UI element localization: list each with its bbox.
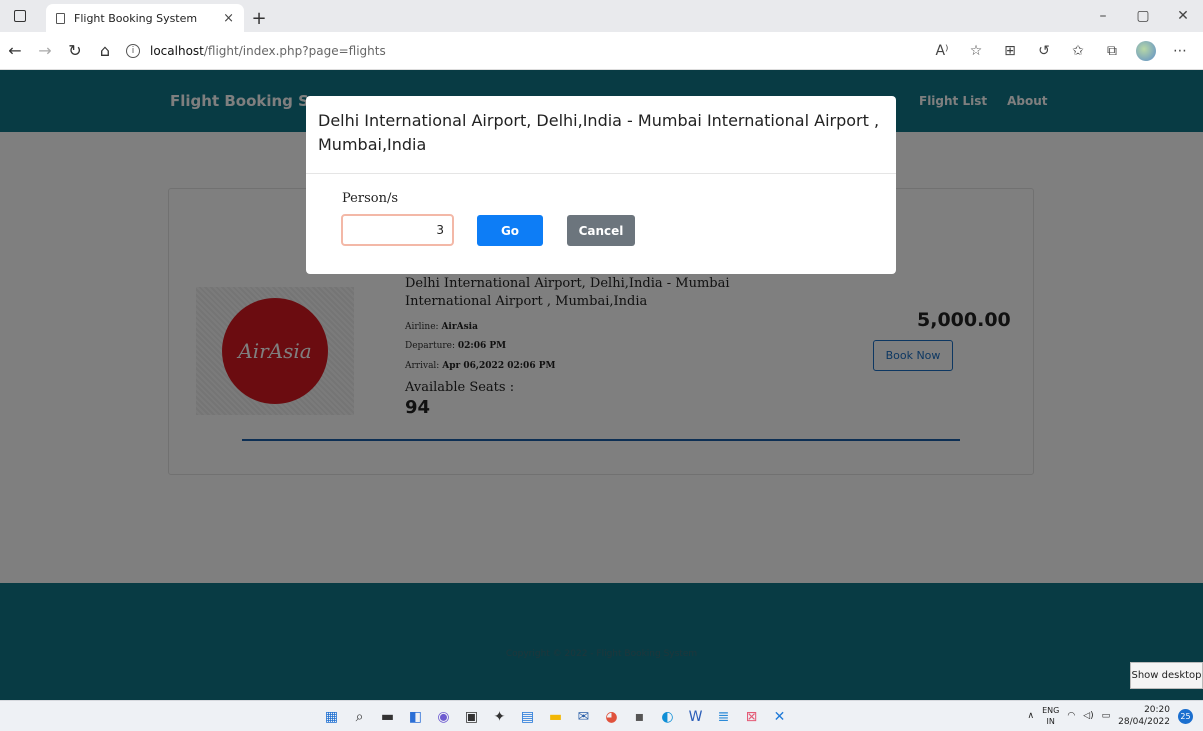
new-tab-button[interactable]: +	[244, 4, 274, 32]
tray-expand-icon[interactable]: ∧	[1027, 711, 1034, 721]
page-icon	[56, 12, 65, 24]
address-bar-row: ← → ↻ ⌂ i localhost/flight/index.php?pag…	[0, 32, 1203, 70]
favorites-icon[interactable]: ✩	[1061, 36, 1095, 66]
tab-actions-icon	[14, 10, 26, 22]
clock-time: 20:20	[1144, 705, 1170, 715]
search-icon[interactable]: ⌕	[349, 706, 370, 727]
minimize-button[interactable]: –	[1083, 0, 1123, 32]
profile-avatar[interactable]	[1136, 41, 1156, 61]
word-icon[interactable]: W	[685, 706, 706, 727]
read-aloud-icon[interactable]: A⁾	[925, 36, 959, 66]
more-menu-icon[interactable]: ⋯	[1163, 36, 1197, 66]
url-path: /flight/index.php?page=flights	[203, 43, 386, 58]
close-window-button[interactable]: ✕	[1163, 0, 1203, 32]
dropbox-icon[interactable]: ✦	[489, 706, 510, 727]
back-button[interactable]: ←	[0, 36, 30, 66]
url-host: localhost	[150, 43, 204, 58]
maximize-button[interactable]: ▢	[1123, 0, 1163, 32]
favorite-add-icon[interactable]: ☆	[959, 36, 993, 66]
chat-icon[interactable]: ◉	[433, 706, 454, 727]
xampp-icon[interactable]: ⊠	[741, 706, 762, 727]
app-blue-icon[interactable]: ▤	[517, 706, 538, 727]
tab-close-icon[interactable]: ×	[223, 11, 234, 26]
url-input[interactable]: i localhost/flight/index.php?page=flight…	[126, 38, 886, 64]
refresh-button[interactable]: ↻	[60, 36, 90, 66]
window-controls: – ▢ ✕	[1083, 0, 1203, 32]
site-info-icon[interactable]: i	[126, 43, 140, 58]
cancel-button[interactable]: Cancel	[567, 215, 635, 246]
region-code: IN	[1046, 717, 1055, 726]
forward-button[interactable]: →	[30, 36, 60, 66]
widgets-icon[interactable]: ◧	[405, 706, 426, 727]
volume-icon[interactable]: ◁)	[1083, 711, 1093, 721]
windows-taskbar: ▦ ⌕ ▬ ◧ ◉ ▣ ✦ ▤ ▬ ✉ ◕ ▪ ◐ W ≣ ⊠ ✕ ∧ ENG I…	[0, 700, 1203, 731]
task-view-icon[interactable]: ▬	[377, 706, 398, 727]
vscode-icon[interactable]: ✕	[769, 706, 790, 727]
browser-tab-bar: Flight Booking System × + – ▢ ✕	[0, 0, 1203, 32]
mail-icon[interactable]: ✉	[573, 706, 594, 727]
shopping-icon[interactable]: ⊞	[993, 36, 1027, 66]
tab-actions-button[interactable]	[0, 0, 40, 32]
edge-icon[interactable]: ◐	[657, 706, 678, 727]
start-icon[interactable]: ▦	[321, 706, 342, 727]
modal-title: Delhi International Airport, Delhi,India…	[318, 111, 880, 154]
persons-label: Person/s	[342, 191, 398, 206]
system-tray: ∧ ENG IN ◠ ◁) ▭ 20:20 28/04/2022 25	[1027, 704, 1193, 728]
go-button[interactable]: Go	[477, 215, 543, 246]
booking-modal: Delhi International Airport, Delhi,India…	[306, 96, 896, 274]
chrome-icon[interactable]: ◕	[601, 706, 622, 727]
refresh-extension-icon[interactable]: ↺	[1027, 36, 1061, 66]
notification-badge[interactable]: 25	[1178, 708, 1193, 724]
clock-date: 28/04/2022	[1118, 717, 1170, 727]
store-icon[interactable]: ▣	[461, 706, 482, 727]
taskbar-apps: ▦ ⌕ ▬ ◧ ◉ ▣ ✦ ▤ ▬ ✉ ◕ ▪ ◐ W ≣ ⊠ ✕	[321, 706, 790, 727]
language-code: ENG	[1042, 706, 1060, 715]
browser-tab[interactable]: Flight Booking System ×	[46, 4, 244, 32]
modal-divider	[306, 173, 896, 174]
language-indicator[interactable]: ENG IN	[1042, 705, 1059, 727]
tab-title: Flight Booking System	[74, 11, 198, 25]
app-small-icon[interactable]: ▪	[629, 706, 650, 727]
show-desktop-tooltip: Show desktop	[1130, 662, 1203, 689]
notepad-icon[interactable]: ≣	[713, 706, 734, 727]
home-button[interactable]: ⌂	[90, 36, 120, 66]
persons-number-input[interactable]	[341, 214, 454, 246]
battery-icon[interactable]: ▭	[1102, 711, 1111, 721]
clock[interactable]: 20:20 28/04/2022	[1118, 704, 1170, 728]
wifi-icon[interactable]: ◠	[1067, 711, 1075, 721]
browser-toolbar: A⁾ ☆ ⊞ ↺ ✩ ⧉ ⋯	[925, 36, 1197, 66]
file-explorer-icon[interactable]: ▬	[545, 706, 566, 727]
collections-icon[interactable]: ⧉	[1095, 36, 1129, 66]
